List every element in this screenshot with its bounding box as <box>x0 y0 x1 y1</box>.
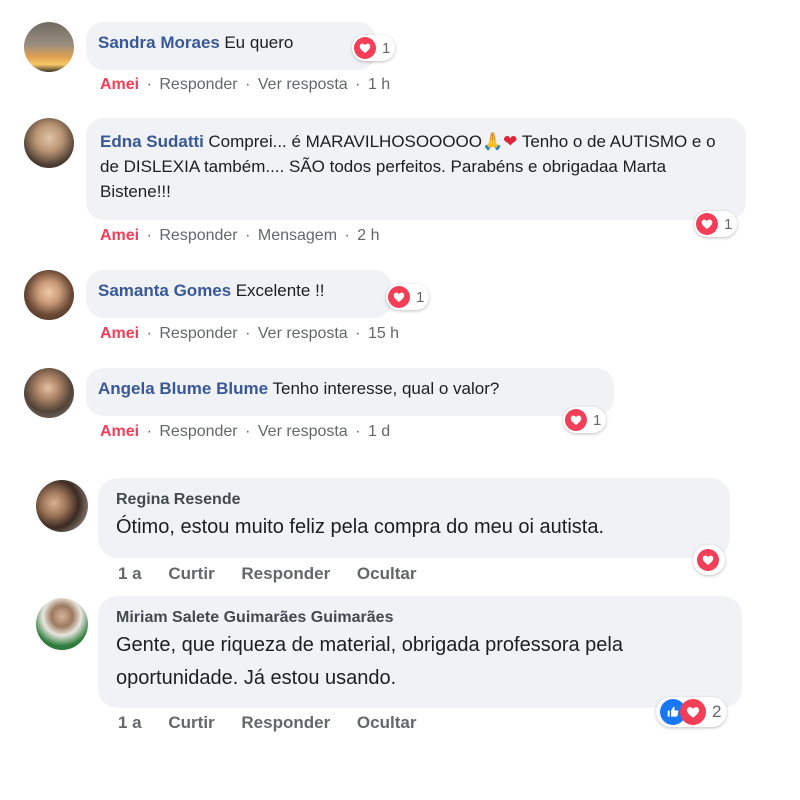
like-button[interactable]: Curtir <box>168 564 214 583</box>
avatar[interactable] <box>24 368 74 418</box>
timestamp[interactable]: 1 h <box>368 76 390 93</box>
commenter-name[interactable]: Edna Sudatti <box>100 132 204 151</box>
love-reaction-button[interactable]: Amei <box>100 76 139 93</box>
reply-button[interactable]: Responder <box>241 564 330 583</box>
reaction-count-badge[interactable]: 1 <box>563 407 607 433</box>
heart-icon <box>354 37 376 59</box>
reaction-count-badge[interactable]: 1 <box>386 284 430 310</box>
reaction-count-badge[interactable]: 1 <box>694 211 738 237</box>
avatar[interactable] <box>36 480 88 532</box>
comment-bubble: Samanta Gomes Excelente !! <box>86 270 392 318</box>
timestamp[interactable]: 2 h <box>357 227 379 244</box>
timestamp[interactable]: 1 a <box>118 564 142 583</box>
commenter-name[interactable]: Miriam Salete Guimarães Guimarães <box>116 607 724 629</box>
view-reply-link[interactable]: Ver resposta <box>258 423 348 440</box>
comment-bubble: Regina Resende Ótimo, estou muito feliz … <box>98 478 730 558</box>
hide-button[interactable]: Ocultar <box>357 713 417 732</box>
red-heart-emoji: ❤ <box>503 132 518 151</box>
reply-button[interactable]: Responder <box>159 423 237 440</box>
comment-text: Gente, que riqueza de material, obrigada… <box>116 634 623 689</box>
love-reaction-button[interactable]: Amei <box>100 423 139 440</box>
heart-icon <box>680 699 706 725</box>
comment-actions: Amei · Responder · Mensagem · 2 h <box>100 227 380 244</box>
commenter-name[interactable]: Samanta Gomes <box>98 281 231 300</box>
view-reply-link[interactable]: Ver resposta <box>258 76 348 93</box>
reaction-count-badge[interactable]: 2 <box>656 697 728 727</box>
reply-button[interactable]: Responder <box>159 76 237 93</box>
commenter-name[interactable]: Regina Resende <box>116 489 712 511</box>
reaction-count-badge[interactable]: 1 <box>352 35 396 61</box>
reply-button[interactable]: Responder <box>159 227 237 244</box>
heart-icon <box>696 213 718 235</box>
reply-button[interactable]: Responder <box>159 325 237 342</box>
commenter-name[interactable]: Angela Blume Blume <box>98 379 268 398</box>
comment-actions: Amei · Responder · Ver resposta · 1 d <box>100 423 391 440</box>
view-reply-link[interactable]: Ver resposta <box>258 325 348 342</box>
comment-actions: 1 a Curtir Responder Ocultar <box>118 564 438 584</box>
comment-bubble: Edna Sudatti Comprei... é MARAVILHOSOOOO… <box>86 118 746 220</box>
avatar[interactable] <box>36 598 88 650</box>
reply-button[interactable]: Responder <box>241 713 330 732</box>
pray-emoji: 🙏 <box>482 132 504 151</box>
message-link[interactable]: Mensagem <box>258 227 337 244</box>
comment-actions: 1 a Curtir Responder Ocultar <box>118 713 438 733</box>
comment-actions: Amei · Responder · Ver resposta · 15 h <box>100 325 400 342</box>
timestamp[interactable]: 1 d <box>368 423 390 440</box>
like-button[interactable]: Curtir <box>168 713 214 732</box>
timestamp[interactable]: 1 a <box>118 713 142 732</box>
comment-bubble: Angela Blume Blume Tenho interesse, qual… <box>86 368 614 416</box>
comment-bubble: Miriam Salete Guimarães Guimarães Gente,… <box>98 596 742 708</box>
love-reaction-button[interactable]: Amei <box>100 227 139 244</box>
comment-text: Eu quero <box>224 33 294 52</box>
commenter-name[interactable]: Sandra Moraes <box>98 33 220 52</box>
comment-text: Ótimo, estou muito feliz pela compra do … <box>116 516 605 538</box>
comment-text: Comprei... é MARAVILHOSOOOOO <box>208 132 482 151</box>
avatar[interactable] <box>24 118 74 168</box>
timestamp[interactable]: 15 h <box>368 325 399 342</box>
heart-icon <box>565 409 587 431</box>
heart-icon <box>697 549 719 571</box>
comment-actions: Amei · Responder · Ver resposta · 1 h <box>100 76 391 93</box>
avatar[interactable] <box>24 22 74 72</box>
hide-button[interactable]: Ocultar <box>357 564 417 583</box>
comment-text: Excelente !! <box>235 281 325 300</box>
heart-icon <box>388 286 410 308</box>
avatar[interactable] <box>24 270 74 320</box>
comment-bubble: Sandra Moraes Eu quero <box>86 22 376 70</box>
love-reaction-button[interactable]: Amei <box>100 325 139 342</box>
reaction-badge[interactable] <box>693 545 725 575</box>
comment-text: Tenho interesse, qual o valor? <box>272 379 500 398</box>
